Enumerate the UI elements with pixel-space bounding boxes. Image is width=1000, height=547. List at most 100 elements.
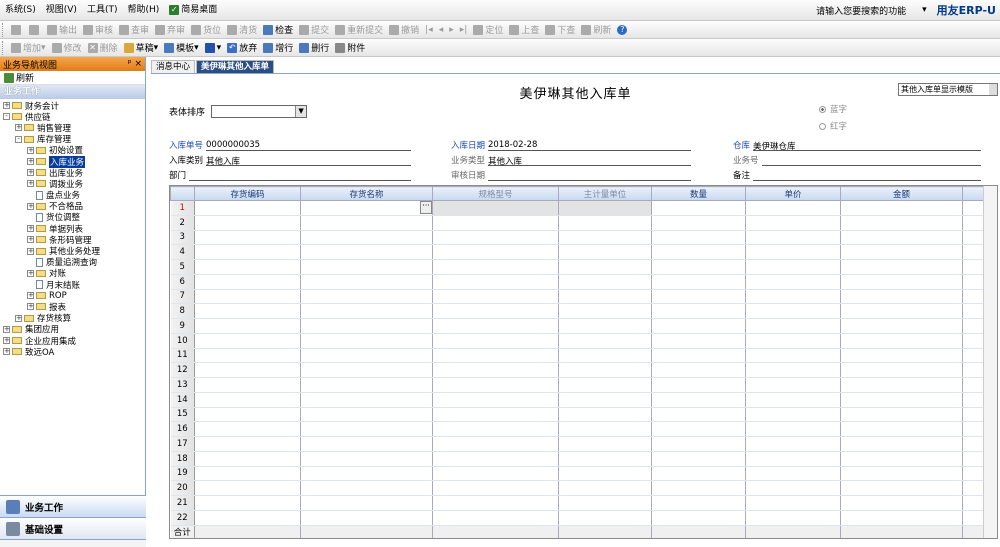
expand-icon[interactable]: + [3,337,10,345]
grid-cell[interactable] [300,259,433,275]
grid-cell[interactable] [432,392,559,408]
grid-cell[interactable] [300,274,433,290]
grid-cell[interactable] [300,524,433,538]
grid-cell[interactable] [194,392,301,408]
grid-cell[interactable] [651,333,746,349]
reference-lookup-button[interactable]: ··· [420,201,432,214]
grid-cell[interactable] [194,377,301,393]
grid-cell[interactable] [432,421,559,437]
grid-cell[interactable] [194,303,301,319]
grid-cell[interactable] [840,215,963,231]
nav-tree-item[interactable]: + 集团应用 [0,324,145,335]
grid-cell[interactable] [558,230,652,246]
grid-cell[interactable] [840,524,963,538]
grid-cell[interactable] [194,333,301,349]
refresh-button[interactable]: 刷新 [578,21,614,39]
nav-tree-item[interactable]: + 单据列表 [0,223,145,235]
delete-button[interactable]: ✕ 删除 [85,39,121,57]
grid-cell[interactable] [745,451,841,467]
grid-cell[interactable] [558,436,652,452]
expand-icon[interactable]: + [15,124,22,132]
simple-desktop-toggle[interactable]: ✓ 简易桌面 [164,0,222,21]
grid-cell[interactable] [300,362,433,378]
grid-cell[interactable] [745,230,841,246]
grid-cell[interactable] [432,348,559,364]
grid-cell[interactable] [300,303,433,319]
attachment-button[interactable]: 附件 [332,39,368,57]
grid-cell[interactable] [300,392,433,408]
grid-cell[interactable] [840,421,963,437]
grid-cell[interactable] [432,436,559,452]
submit-button[interactable]: 提交 [296,21,332,39]
grid-cell[interactable] [651,451,746,467]
grid-cell[interactable] [558,392,652,408]
grid-cell[interactable] [745,333,841,349]
revoke-button[interactable]: 撤销 [386,21,422,39]
grid-cell[interactable] [300,451,433,467]
grid-cell[interactable] [651,230,746,246]
nav-tree-item[interactable]: - 库存管理 [0,134,145,145]
nav-tree-item[interactable]: + 财务会计 [0,100,145,112]
grid-cell[interactable] [840,244,963,260]
add-button[interactable]: 增加 ▾ [8,39,49,57]
expand-icon[interactable]: + [3,348,10,356]
grid-cell[interactable] [558,215,652,231]
grid-cell[interactable] [745,303,841,319]
first-record-button[interactable]: |◂ [422,21,436,39]
grid-cell[interactable] [558,333,652,349]
menu-tools[interactable]: 工具(T) [82,0,123,21]
grid-cell[interactable] [194,230,301,246]
search-input[interactable]: 请输入您要搜索的功能 [816,4,916,17]
grid-cell[interactable] [300,377,433,393]
grid-cell[interactable] [432,407,559,423]
grid-cell[interactable] [558,348,652,364]
query-down-button[interactable]: 下查 [542,21,578,39]
grid-cell[interactable] [300,318,433,334]
nav-tree-item[interactable]: - 供应链 [0,111,145,123]
grid-cell[interactable] [651,215,746,231]
grid-cell[interactable] [194,274,301,290]
delete-row-button[interactable]: 删行 [296,39,332,57]
nav-tree-item[interactable]: 货位调整 [0,212,145,223]
grid-cell[interactable] [194,495,301,511]
add-row-button[interactable]: 增行 [260,39,296,57]
nav-refresh-button[interactable]: 刷新 [0,71,145,85]
date-input[interactable]: 2018-02-28 [488,140,691,151]
nav-tree-item[interactable]: + 企业应用集成 [0,335,145,347]
save-button[interactable]: ▾ [202,39,225,57]
grid-cell[interactable] [300,421,433,437]
grid-cell[interactable] [558,259,652,275]
grid-cell[interactable] [651,318,746,334]
nav-tree-item[interactable]: 质量追溯查询 [0,257,145,268]
grid-cell[interactable] [432,200,559,216]
grid-cell[interactable] [745,480,841,496]
grid-cell[interactable] [840,377,963,393]
grid-cell[interactable] [194,436,301,452]
grid-cell[interactable] [745,421,841,437]
unaudit-button[interactable]: 弃审 [152,21,188,39]
grid-cell[interactable] [432,274,559,290]
grid-cell[interactable] [558,377,652,393]
preview-button[interactable] [26,21,44,39]
grid-cell[interactable] [432,259,559,275]
grid-cell[interactable] [840,289,963,305]
grid-cell[interactable] [300,495,433,511]
grid-cell[interactable] [840,495,963,511]
col-header-name[interactable]: 存货名称 [300,186,433,201]
nav-tree-item[interactable]: + 调拨业务 [0,178,145,190]
grid-cell[interactable] [651,436,746,452]
nav-tree-item[interactable]: 盘点业务 [0,190,145,201]
in-type-input[interactable]: 其他入库 [206,155,411,167]
doc-no-input[interactable]: 0000000035 [206,140,411,151]
grid-cell[interactable] [432,362,559,378]
nav-tree-item[interactable]: + 销售管理 [0,122,145,134]
grid-cell[interactable] [300,348,433,364]
prev-record-button[interactable]: ◂ [436,21,447,39]
grid-cell[interactable] [558,451,652,467]
grid-cell[interactable] [558,524,652,538]
grid-cell[interactable] [558,480,652,496]
grid-cell[interactable] [558,200,652,216]
grid-cell[interactable] [194,200,301,216]
nav-tree-item[interactable]: + 其他业务处理 [0,245,145,257]
grid-cell[interactable] [558,407,652,423]
